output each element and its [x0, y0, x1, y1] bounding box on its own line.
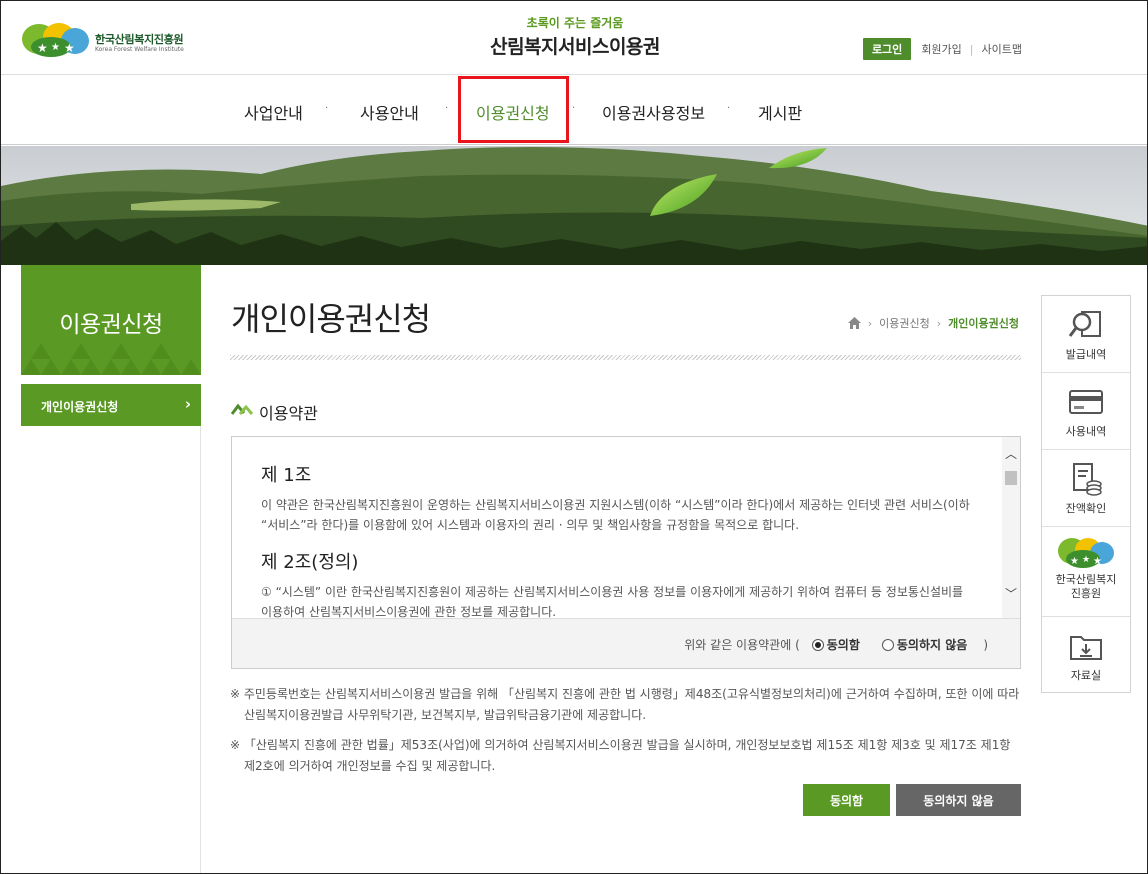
gnb-divider: · [325, 103, 329, 114]
highlight-box [458, 76, 569, 143]
breadcrumb-separator: › [936, 316, 942, 330]
mountain-bullet-icon [231, 403, 253, 415]
quick-label: 자료실 [1070, 669, 1102, 682]
agreement-row: 위와 같은 이용약관에 ( 동의함 동의하지 않음 ) [684, 636, 988, 653]
slogan: 초록이 주는 즐거움 [526, 16, 624, 30]
terms-box: 제 1조 이 약관은 한국산림복지진흥원이 운영하는 산림복지서비스이용권 지원… [231, 436, 1021, 669]
agreement-bar: 위와 같은 이용약관에 ( 동의함 동의하지 않음 ) [232, 618, 1020, 668]
gnb-divider: · [727, 103, 731, 114]
quick-menu: 발급내역 사용내역 잔액확인 ★ ★ ★ 한국산림복지 진흥원 자료실 [1041, 295, 1131, 693]
gnb-divider: · [445, 103, 449, 114]
disagree-button[interactable]: 동의하지 않음 [896, 784, 1021, 816]
utility-menu: 로그인 회원가입 | 사이트맵 [862, 38, 1022, 60]
gnb-item-board[interactable]: 게시판 [758, 100, 802, 124]
svg-text:★: ★ [1082, 555, 1090, 565]
article-2-body: ① “시스템” 이란 한국산림복지진흥원이 제공하는 산림복지서비스이용권 사용… [261, 585, 964, 618]
svg-text:★: ★ [1070, 556, 1079, 567]
page-frame: ★ ★ ★ 한국산림복지진흥원 Korea Forest Welfare Ins… [0, 0, 1148, 874]
article-2-title: 제 2조(정의) [261, 552, 359, 573]
breadcrumb-separator: › [867, 316, 873, 330]
quick-label: 사용내역 [1065, 425, 1107, 438]
header: ★ ★ ★ 한국산림복지진흥원 Korea Forest Welfare Ins… [1, 1, 1147, 75]
lnb-header: 이용권신청 [21, 265, 201, 375]
lnb-item-personal-voucher[interactable]: 개인이용권신청 › [21, 384, 201, 426]
search-document-icon [1068, 311, 1101, 337]
breadcrumb-current: 개인이용권신청 [948, 317, 1019, 330]
quick-issue-history[interactable]: 발급내역 [1042, 296, 1130, 373]
gnb-divider: · [572, 103, 576, 114]
disagree-radio[interactable] [881, 638, 894, 651]
lnb-title: 이용권신청 [59, 312, 163, 338]
join-link[interactable]: 회원가입 [921, 41, 961, 57]
agree-radio-label[interactable]: 동의함 [827, 636, 860, 653]
folder-download-icon [1070, 636, 1102, 660]
page-title: 개인이용권신청 [231, 300, 431, 338]
quick-archive[interactable]: 자료실 [1042, 617, 1130, 694]
gnb-item-business[interactable]: 사업안내 [244, 100, 303, 124]
sitemap-link[interactable]: 사이트맵 [982, 41, 1022, 57]
lnb-item-label: 개인이용권신청 [41, 400, 119, 414]
terms-scrollbar[interactable]: ︿ ﹀ [1002, 437, 1020, 618]
article-1-title: 제 1조 [261, 465, 312, 486]
agreement-close-paren: ) [983, 637, 988, 652]
quick-label: 발급내역 [1065, 348, 1107, 361]
scroll-up-icon[interactable]: ︿ [1002, 445, 1020, 462]
home-icon[interactable] [847, 317, 861, 329]
quick-label: 한국산림복지 진흥원 [1055, 573, 1117, 600]
article-1-body: 이 약관은 한국산림복지진흥원이 운영하는 산림복지서비스이용권 지원시스템(이… [261, 498, 970, 532]
disagree-radio-label[interactable]: 동의하지 않음 [897, 636, 967, 653]
note-resident-number: ※ 주민등록번호는 산림복지서비스이용권 발급을 위해 「산림복지 진흥에 관한… [230, 687, 1020, 722]
quick-kofpi-link[interactable]: ★ ★ ★ 한국산림복지 진흥원 [1042, 527, 1130, 617]
gnb-item-usage-guide[interactable]: 사용안내 [360, 100, 419, 124]
agreement-question: 위와 같은 이용약관에 ( [684, 638, 800, 652]
quick-usage-history[interactable]: 사용내역 [1042, 373, 1130, 450]
svg-text:★: ★ [1093, 556, 1102, 567]
chevron-right-icon: › [184, 395, 191, 413]
gnb-item-voucher-usage-info[interactable]: 이용권사용정보 [602, 100, 705, 124]
breadcrumb-item[interactable]: 이용권신청 [879, 315, 930, 331]
privacy-notes: ※ 주민등록번호는 산림복지서비스이용권 발급을 위해 「산림복지 진흥에 관한… [230, 684, 1025, 786]
scroll-thumb[interactable] [1005, 471, 1017, 485]
card-icon [1069, 390, 1103, 414]
breadcrumb: › 이용권신청 › 개인이용권신청 [847, 315, 1019, 331]
agree-radio[interactable] [811, 638, 824, 651]
login-button[interactable]: 로그인 [862, 38, 912, 60]
receipt-coins-icon [1073, 463, 1102, 496]
mountain-landscape-image [1, 146, 1147, 265]
section-title: 이용약관 [259, 404, 318, 423]
terms-scroll-area[interactable]: 제 1조 이 약관은 한국산림복지진흥원이 운영하는 산림복지서비스이용권 지원… [232, 437, 1004, 618]
scroll-down-icon[interactable]: ﹀ [1002, 585, 1020, 602]
quick-label: 잔액확인 [1065, 502, 1107, 515]
lnb-divider [200, 426, 201, 873]
quick-balance-check[interactable]: 잔액확인 [1042, 450, 1130, 527]
util-divider: | [969, 42, 974, 56]
forest-banner [1, 146, 1147, 265]
forest-logo-icon: ★ ★ ★ [1058, 538, 1114, 568]
note-legal-basis: ※ 「산림복지 진흥에 관한 법률」제53조(사업)에 의거하여 산림복지서비스… [230, 738, 1011, 773]
agree-button[interactable]: 동의함 [803, 784, 890, 816]
main-navigation: 사업안내 · 사용안내 · 이용권신청 · 이용권사용정보 · 게시판 [1, 75, 1147, 145]
title-divider [230, 355, 1021, 360]
